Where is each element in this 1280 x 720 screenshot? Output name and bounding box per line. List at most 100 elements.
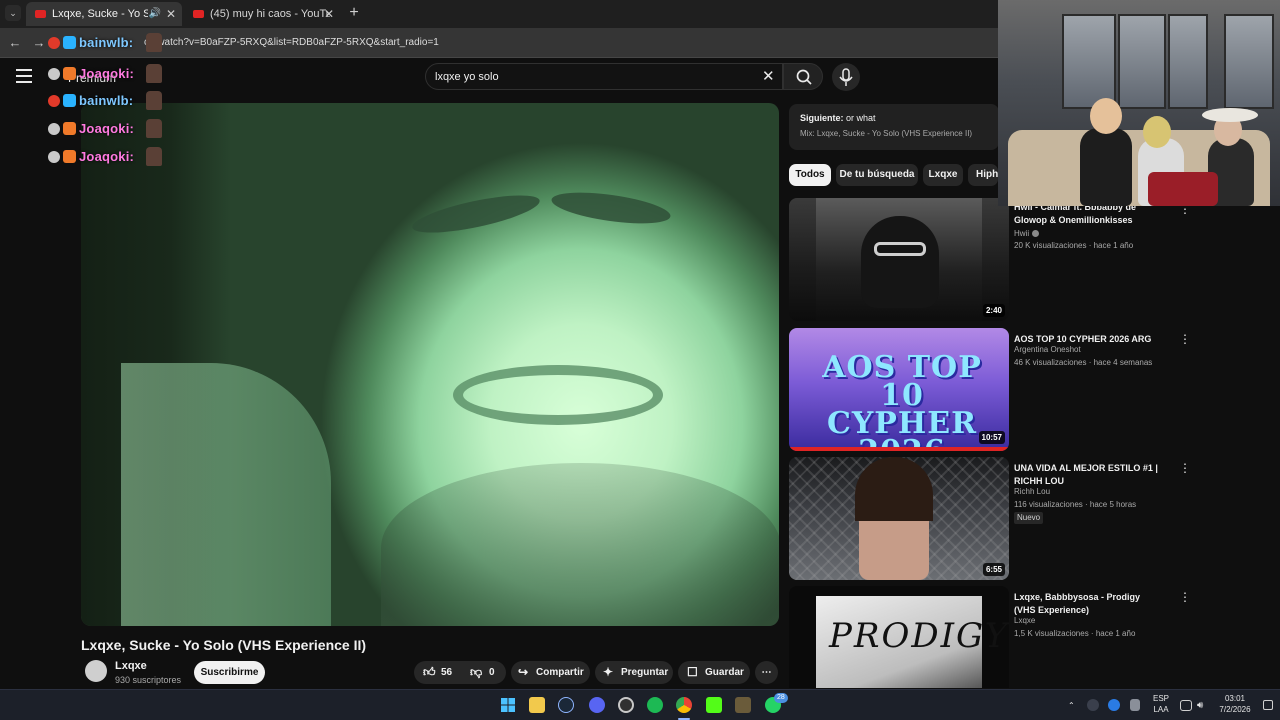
recommendation-item[interactable]: 6:55 UNA VIDA AL MEJOR ESTILO #1 | RICHH… [789,457,1209,580]
video-duration: 2:40 [982,304,1005,317]
menu-icon[interactable] [16,69,32,83]
clear-search-icon[interactable]: ✕ [762,64,775,90]
url-field[interactable]: co/watch?v=B0aFZP-5RXQ&list=RDB0aFZP-5RX… [144,34,439,52]
verified-icon [1032,230,1040,237]
video-thumbnail[interactable]: PRODIGY [789,586,1009,688]
up-next-panel[interactable]: Siguiente: or what Mix: Lxqxe, Sucke - Y… [789,104,999,150]
video-duration: 6:55 [982,563,1005,576]
chip-from-search[interactable]: De tu búsqueda [836,164,918,186]
input-language[interactable]: ESP LAA [1151,693,1171,715]
defender-icon[interactable] [1108,699,1120,711]
search-button[interactable] [783,63,823,90]
volume-icon[interactable]: 🔊︎ [1197,690,1203,720]
recommendation-meta: 1,5 K visualizaciones · hace 1 año [1014,629,1136,638]
tab-youtube-home[interactable]: (45) muy hi caos - YouTube ✕ [184,2,340,26]
clock[interactable]: 03:01 7/2/2026 [1215,693,1255,715]
subscribe-button[interactable]: Suscribirme [194,661,265,684]
mix-title: Mix: Lxqxe, Sucke - Yo Solo (VHS Experie… [800,129,973,138]
chat-emote-icon [146,33,162,52]
chat-username: bainwlb: [79,93,134,108]
recommendation-item[interactable]: 2:40 Hwii - Calmar ft. Bbbabby de Glowop… [789,198,1209,321]
recommendation-meta: 116 visualizaciones · hace 5 horas [1014,500,1137,509]
minecraft-icon[interactable] [735,697,751,713]
video-player[interactable] [81,103,779,626]
recommendation-item[interactable]: AOS TOP 10 CYPHER 2026 10:57 AOS TOP 10 … [789,328,1209,451]
speaker-icon[interactable]: 🔊 [149,2,161,26]
recommendation-item[interactable]: PRODIGY Lxqxe, Babbbysosa - Prodigy (VHS… [789,586,1209,688]
new-badge: Nuevo [1014,512,1044,524]
search-box[interactable]: lxqxe yo solo ✕ [425,63,783,90]
discord-icon[interactable] [589,697,605,713]
chat-badge-icon [48,37,60,49]
more-options-icon[interactable]: ⋮ [1179,461,1191,475]
tray-chevron-icon[interactable]: ⌃ [1068,690,1075,720]
recommendation-title[interactable]: Lxqxe, Babbbysosa - Prodigy (VHS Experie… [1014,591,1164,617]
chat-emote-icon [146,147,162,166]
chat-username: Joaqoki: [79,149,135,164]
like-icon[interactable]: 👍︎ [423,661,436,684]
chat-badge-icon [63,67,76,80]
like-count[interactable]: 56 [441,661,452,684]
chip-hiphop[interactable]: Hiphop [968,164,998,186]
chip-lxqxe[interactable]: Lxqxe [923,164,963,186]
chat-badge-icon [63,36,76,49]
back-arrow-icon[interactable]: ← [6,34,24,52]
chat-message: Joaqoki: [46,147,176,167]
close-tab-icon[interactable]: ✕ [166,2,176,26]
language-code: ESP [1152,694,1169,703]
share-button[interactable]: ↪ Compartir [511,661,590,684]
recommendation-channel[interactable]: Lxqxe [1014,615,1035,626]
clock-time: 03:01 [1224,694,1246,703]
tab-search-icon[interactable]: ⌄ [5,5,21,21]
save-button[interactable]: ☐ Guardar [678,661,750,684]
microphone-icon [839,68,853,86]
chat-username: Joaqoki: [79,121,135,136]
sync-icon[interactable] [1087,699,1099,711]
chip-all[interactable]: Todos [789,164,831,186]
recommendation-channel[interactable]: Richh Lou [1014,486,1050,497]
more-options-icon[interactable]: ⋮ [1179,332,1191,346]
notifications-icon[interactable] [1263,700,1273,710]
search-icon [796,69,812,85]
close-tab-icon[interactable]: ✕ [324,2,334,26]
video-thumbnail[interactable]: AOS TOP 10 CYPHER 2026 10:57 [789,328,1009,451]
video-thumbnail[interactable]: 2:40 [789,198,1009,321]
video-title: Lxqxe, Sucke - Yo Solo (VHS Experience I… [81,637,367,653]
channel-avatar[interactable] [85,660,107,682]
new-tab-button[interactable]: + [346,4,362,22]
dislike-count[interactable]: 0 [489,661,495,684]
obs-icon[interactable] [618,697,634,713]
chat-badge-icon [48,68,60,80]
spotify-icon[interactable] [647,697,663,713]
search-input[interactable]: lxqxe yo solo [435,64,499,90]
thumbnail-text: PRODIGY [829,616,1009,656]
voice-search-button[interactable] [832,63,860,91]
thumbnail-text: AOS TOP 10 CYPHER 2026 [822,350,982,452]
channel-name[interactable]: Lxqxe [115,660,147,673]
dislike-icon[interactable]: 👎︎ [470,661,482,684]
network-icon[interactable] [1180,700,1192,711]
recommendation-meta: 20 K visualizaciones · hace 1 año [1014,241,1134,250]
steam-icon[interactable] [558,697,574,713]
recommendation-channel[interactable]: Argentina Oneshot [1014,344,1081,355]
more-actions-icon[interactable]: ⋯ [755,661,778,684]
ask-button[interactable]: ✦ Preguntar [595,661,673,684]
recommendation-title[interactable]: UNA VIDA AL MEJOR ESTILO #1 | RICHH LOU [1014,462,1164,488]
usb-icon[interactable] [1130,699,1140,711]
chat-badge-icon [48,95,60,107]
windows-start-icon[interactable] [500,697,516,713]
tab-current-video[interactable]: Lxqxe, Sucke - Yo Solo 🔊 ✕ [26,2,182,26]
chrome-icon[interactable] [676,697,692,713]
sparkle-icon: ✦ [603,665,614,679]
screen: ⌄ Lxqxe, Sucke - Yo Solo 🔊 ✕ (45) muy hi… [0,0,1280,720]
more-options-icon[interactable]: ⋮ [1179,590,1191,604]
up-next-label: Siguiente: [800,113,844,123]
chat-badge-icon [63,122,76,135]
kick-icon[interactable] [706,697,722,713]
file-explorer-icon[interactable] [529,697,545,713]
share-icon: ↪ [518,665,529,679]
recommendation-channel[interactable]: Hwii [1014,228,1040,239]
video-thumbnail[interactable]: 6:55 [789,457,1009,580]
bookmark-icon: ☐ [687,665,698,679]
youtube-favicon-icon [35,10,46,18]
